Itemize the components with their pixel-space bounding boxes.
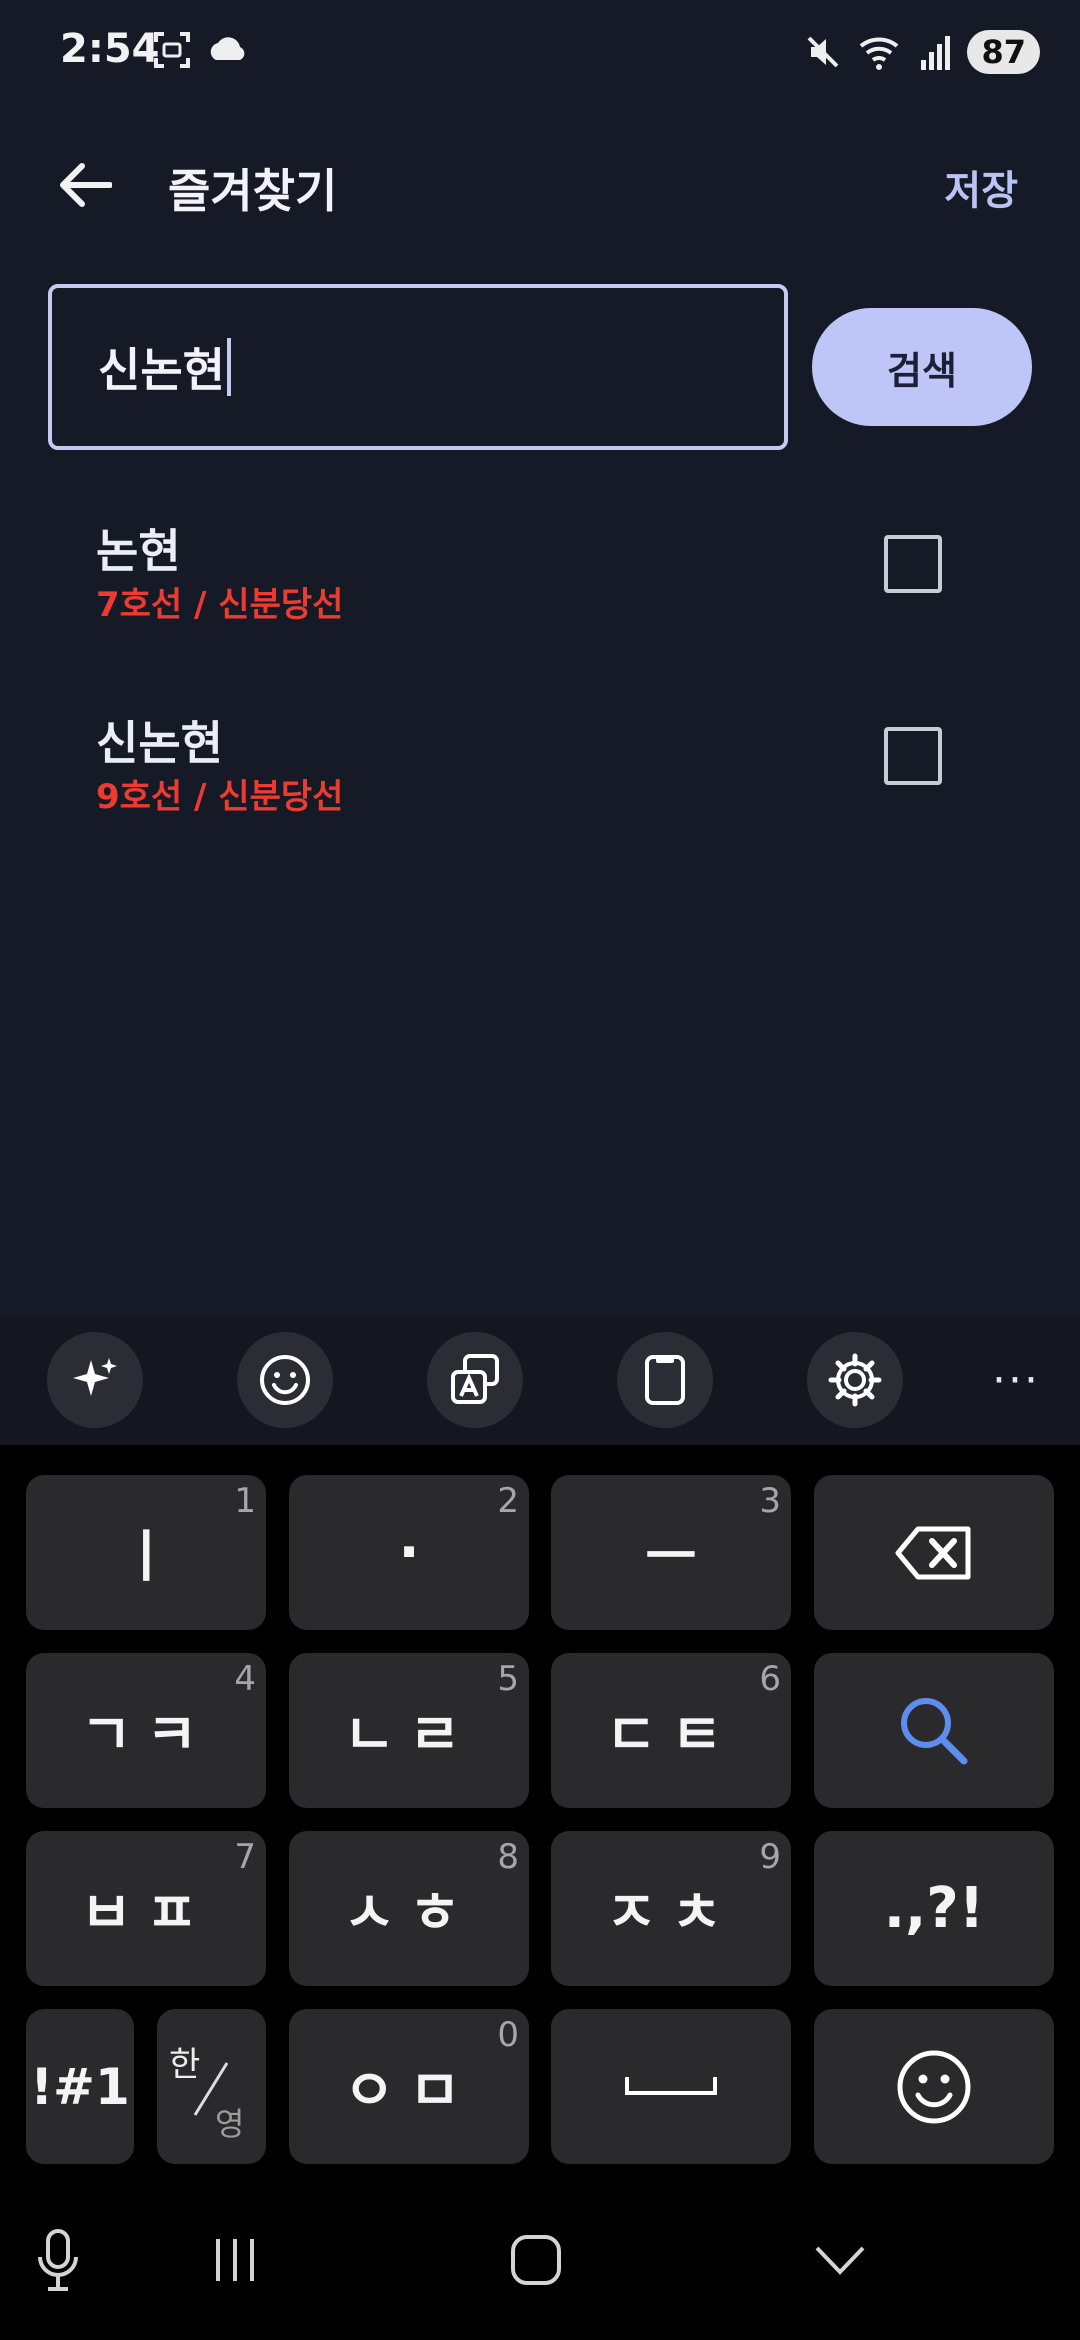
punctuation-key[interactable]: .,?! bbox=[814, 1831, 1054, 1986]
key-number: 2 bbox=[497, 1481, 519, 1521]
status-icons-left bbox=[152, 30, 250, 70]
more-icon[interactable]: ··· bbox=[992, 1355, 1040, 1406]
battery-level: 87 bbox=[981, 33, 1026, 71]
search-input[interactable]: 신논현 bbox=[48, 284, 788, 450]
key-label: ㅡ bbox=[645, 1525, 697, 1590]
mic-icon bbox=[38, 2229, 78, 2291]
station-lines: 9호선 / 신분당선 bbox=[96, 777, 344, 817]
key-j-ch[interactable]: ㅈㅊ 9 bbox=[551, 1831, 791, 1986]
arrow-left-icon bbox=[60, 163, 112, 207]
search-button[interactable]: 검색 bbox=[812, 308, 1032, 426]
list-item[interactable]: 논현 7호선 / 신분당선 bbox=[0, 515, 1080, 685]
key-number: 8 bbox=[497, 1837, 519, 1877]
key-s-h[interactable]: ㅅㅎ 8 bbox=[289, 1831, 529, 1986]
favorite-checkbox[interactable] bbox=[884, 727, 942, 785]
list-item[interactable]: 신논현 9호선 / 신분당선 bbox=[0, 707, 1080, 877]
key-b-p[interactable]: ㅂㅍ 7 bbox=[26, 1831, 266, 1986]
key-label: !#1 bbox=[30, 2057, 130, 2116]
search-input-value: 신논현 bbox=[98, 343, 225, 397]
backspace-key[interactable] bbox=[814, 1475, 1054, 1630]
key-o-m[interactable]: ㅇㅁ 0 bbox=[289, 2009, 529, 2164]
wifi-icon bbox=[860, 37, 899, 70]
ai-sparkle-icon bbox=[73, 1358, 117, 1396]
key-number: 9 bbox=[759, 1837, 781, 1877]
key-g-k[interactable]: ㄱㅋ 4 bbox=[26, 1653, 266, 1808]
symbols-key[interactable]: !#1 bbox=[26, 2009, 134, 2164]
key-label: .,?! bbox=[883, 1876, 985, 1941]
weather-icon bbox=[210, 37, 245, 60]
back-button[interactable] bbox=[50, 150, 120, 220]
space-key[interactable] bbox=[551, 2009, 791, 2164]
key-label: ㅅㅎ bbox=[343, 1881, 475, 1946]
backspace-icon bbox=[895, 1526, 971, 1579]
space-icon bbox=[625, 2076, 717, 2095]
key-dot[interactable]: · 2 bbox=[289, 1475, 529, 1630]
translate-icon bbox=[451, 1354, 499, 1404]
save-button[interactable]: 저장 bbox=[944, 158, 1018, 216]
ai-sparkle-button[interactable] bbox=[47, 1332, 143, 1428]
text-cursor bbox=[226, 338, 231, 396]
emoji-toolbar-button[interactable] bbox=[237, 1332, 333, 1428]
station-lines: 7호선 / 신분당선 bbox=[96, 585, 344, 625]
hide-keyboard-button[interactable] bbox=[800, 2220, 880, 2300]
key-number: 5 bbox=[497, 1659, 519, 1699]
emoji-icon bbox=[260, 1355, 310, 1405]
favorite-checkbox[interactable] bbox=[884, 535, 942, 593]
key-label: ㅣ bbox=[120, 1525, 172, 1590]
status-bar: 2:54 87 bbox=[0, 0, 1080, 110]
key-n-r[interactable]: ㄴㄹ 5 bbox=[289, 1653, 529, 1808]
key-eu[interactable]: ㅡ 3 bbox=[551, 1475, 791, 1630]
screenshot-icon bbox=[154, 32, 190, 68]
translate-button[interactable] bbox=[427, 1332, 523, 1428]
emoji-key[interactable] bbox=[814, 2009, 1054, 2164]
key-label: · bbox=[398, 1520, 420, 1585]
navigation-bar bbox=[0, 2180, 1080, 2340]
key-number: 7 bbox=[234, 1837, 256, 1877]
recent-apps-icon bbox=[216, 2239, 254, 2281]
key-label: ㄴㄹ bbox=[343, 1703, 475, 1768]
key-label: ㅂㅍ bbox=[80, 1881, 212, 1946]
key-i[interactable]: ㅣ 1 bbox=[26, 1475, 266, 1630]
station-name: 신논현 bbox=[96, 716, 223, 770]
key-label-bottom: 영 bbox=[215, 2105, 245, 2143]
key-label: ㄱㅋ bbox=[80, 1703, 212, 1768]
keyboard: ㅣ 1 · 2 ㅡ 3 ㄱㅋ 4 ㄴㄹ 5 ㄷㅌ 6 ㅂㅍ 7 ㅅㅎ 8 ㅈㅊ … bbox=[0, 1445, 1080, 2180]
signal-icon bbox=[921, 36, 951, 70]
home-icon bbox=[511, 2235, 561, 2285]
status-icons-right: 87 bbox=[803, 30, 1040, 74]
search-icon bbox=[901, 1697, 968, 1764]
battery-icon: 87 bbox=[967, 30, 1040, 74]
search-key[interactable] bbox=[814, 1653, 1054, 1808]
key-number: 0 bbox=[497, 2015, 519, 2055]
station-name: 논현 bbox=[96, 524, 181, 578]
status-time: 2:54 bbox=[60, 26, 160, 72]
key-label: ㄷㅌ bbox=[605, 1703, 737, 1768]
settings-button[interactable] bbox=[807, 1332, 903, 1428]
emoji-icon bbox=[897, 2050, 971, 2123]
hide-keyboard-icon bbox=[815, 2246, 865, 2275]
key-number: 6 bbox=[759, 1659, 781, 1699]
mute-icon bbox=[808, 36, 839, 68]
key-d-t[interactable]: ㄷㅌ 6 bbox=[551, 1653, 791, 1808]
language-toggle-key[interactable]: 한 영 bbox=[157, 2009, 266, 2164]
voice-input-button[interactable] bbox=[18, 2220, 98, 2300]
key-number: 3 bbox=[759, 1481, 781, 1521]
settings-icon bbox=[828, 1353, 882, 1407]
key-label: ㅈㅊ bbox=[605, 1881, 737, 1946]
clipboard-icon bbox=[645, 1355, 685, 1405]
key-label: ㅇㅁ bbox=[343, 2059, 475, 2124]
key-number: 1 bbox=[234, 1481, 256, 1521]
home-button[interactable] bbox=[496, 2220, 576, 2300]
recent-apps-button[interactable] bbox=[195, 2220, 275, 2300]
page-title: 즐겨찾기 bbox=[168, 164, 338, 218]
clipboard-button[interactable] bbox=[617, 1332, 713, 1428]
keyboard-toolbar: ··· bbox=[0, 1315, 1080, 1445]
key-number: 4 bbox=[234, 1659, 256, 1699]
